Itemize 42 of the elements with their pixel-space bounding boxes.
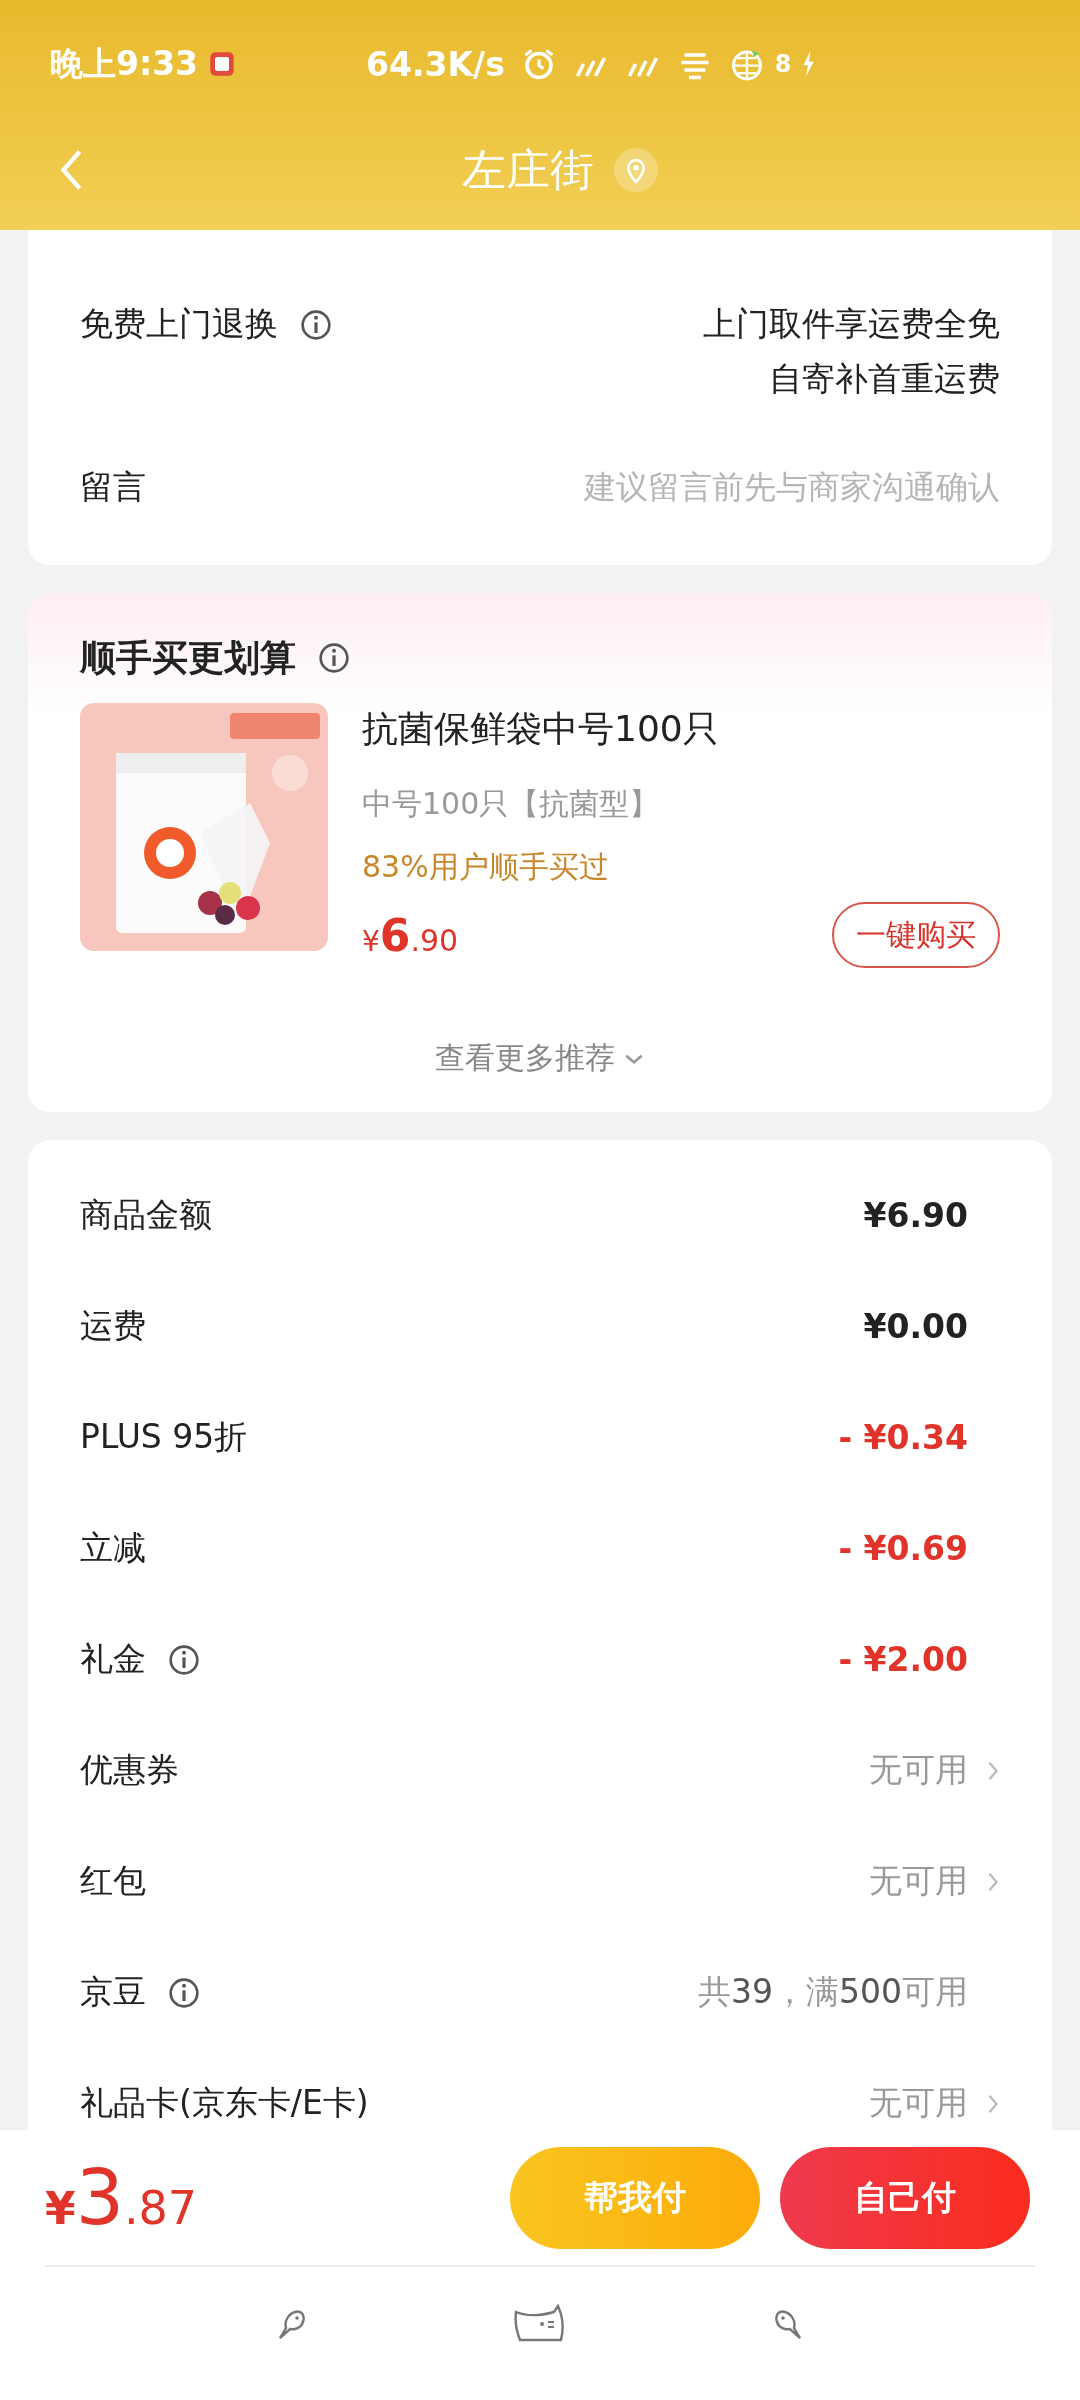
- row-label: 运费: [80, 1305, 146, 1347]
- service-note: 上门取件享运费全免: [703, 303, 1000, 345]
- section-title: 顺手买更划算: [80, 635, 296, 680]
- row-value: 无可用: [869, 1860, 968, 1902]
- info-icon[interactable]: [300, 308, 332, 341]
- row-label: 优惠券: [80, 1749, 179, 1791]
- row-label: 免费上门退换: [80, 303, 278, 345]
- row-label: 红包: [80, 1860, 146, 1902]
- row-value: - ¥0.69: [838, 1529, 968, 1568]
- row-label: 京豆: [80, 1971, 146, 2013]
- info-icon[interactable]: [168, 1643, 200, 1676]
- row-value: 无可用: [869, 1749, 968, 1791]
- page-title: 左庄街: [462, 142, 594, 197]
- product-price: ¥6.90: [362, 909, 459, 961]
- status-time: 晚上9:33: [50, 42, 199, 85]
- row-value: ¥6.90: [863, 1196, 968, 1235]
- network-speed: 64.3K/s: [366, 44, 505, 84]
- product-name[interactable]: 抗菌保鲜袋中号100只: [362, 705, 1000, 754]
- info-icon[interactable]: [318, 642, 350, 674]
- product-spec: 中号100只【抗菌型】: [362, 785, 661, 823]
- message-field[interactable]: 建议留言前先与商家沟通确认: [440, 468, 1000, 506]
- battery-level: 8: [774, 50, 792, 78]
- pay-button[interactable]: 自己付: [780, 2146, 1030, 2249]
- row-value: 共39，满500可用: [698, 1971, 968, 2013]
- quick-buy-button[interactable]: 一键购买: [832, 902, 1000, 968]
- charging-icon: [801, 50, 816, 78]
- row-label: 商品金额: [80, 1194, 212, 1236]
- purchase-note: 83%用户顺手买过: [362, 848, 610, 886]
- row-label: 留言: [80, 465, 146, 508]
- total-price: ¥3.87: [45, 2153, 198, 2242]
- row-value: - ¥0.34: [838, 1418, 968, 1457]
- info-icon[interactable]: [168, 1976, 200, 2009]
- row-label: 礼品卡(京东卡/E卡): [80, 2082, 369, 2124]
- row-value: 无可用: [869, 2082, 968, 2124]
- row-value: ¥0.00: [863, 1307, 968, 1346]
- service-note: 自寄补首重运费: [769, 358, 1000, 400]
- see-more-link[interactable]: 查看更多推荐: [435, 1038, 645, 1079]
- row-label: PLUS 95折: [80, 1416, 248, 1458]
- row-value: - ¥2.00: [838, 1640, 968, 1679]
- row-label: 立减: [80, 1527, 146, 1569]
- row-label: 礼金: [80, 1638, 146, 1680]
- app-notification-icon: [208, 50, 237, 78]
